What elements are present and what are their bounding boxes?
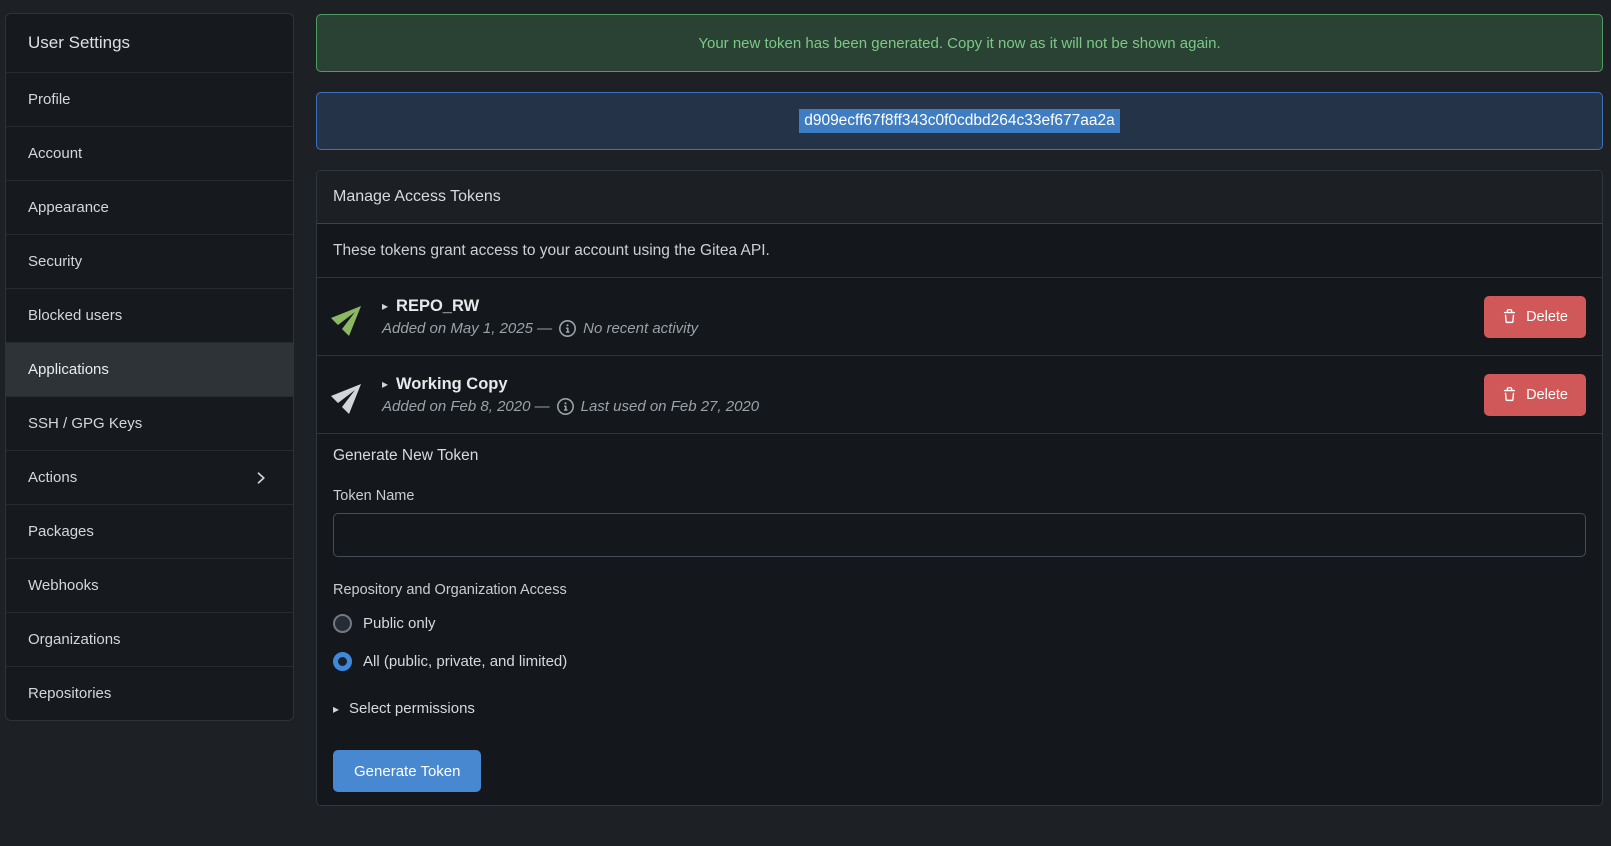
expand-triangle-icon[interactable]: ▸: [382, 377, 388, 391]
radio-selected-icon[interactable]: [333, 652, 352, 671]
sidebar-item-applications[interactable]: Applications: [6, 342, 293, 396]
token-added-date: Added on Feb 8, 2020 —: [382, 398, 550, 415]
sidebar-item-label: Organizations: [28, 631, 271, 648]
sidebar-item-packages[interactable]: Packages: [6, 504, 293, 558]
manage-tokens-panel: Manage Access Tokens These tokens grant …: [316, 170, 1603, 806]
chevron-right-icon: [253, 470, 269, 486]
sidebar-item-profile[interactable]: Profile: [6, 72, 293, 126]
token-meta: Added on Feb 8, 2020 — Last used on Feb …: [382, 398, 759, 415]
token-name[interactable]: ▸ REPO_RW: [382, 297, 698, 316]
gitea-settings-page: User Settings Profile Account Appearance…: [0, 0, 1611, 846]
paper-plane-icon: [333, 378, 367, 412]
generate-token-button[interactable]: Generate Token: [333, 750, 481, 792]
sidebar-item-blocked-users[interactable]: Blocked users: [6, 288, 293, 342]
expand-triangle-icon: ▸: [333, 702, 339, 716]
success-alert-message: Your new token has been generated. Copy …: [698, 35, 1220, 52]
panel-description: These tokens grant access to your accoun…: [317, 224, 1602, 278]
sidebar-item-ssh-gpg-keys[interactable]: SSH / GPG Keys: [6, 396, 293, 450]
sidebar-item-label: Repositories: [28, 685, 271, 702]
delete-token-button[interactable]: Delete: [1484, 374, 1586, 416]
sidebar-item-actions[interactable]: Actions: [6, 450, 293, 504]
sidebar-item-label: Applications: [28, 361, 271, 378]
sidebar-item-label: Blocked users: [28, 307, 271, 324]
sidebar-item-label: SSH / GPG Keys: [28, 415, 271, 432]
sidebar-item-label: Webhooks: [28, 577, 271, 594]
radio-option-label: Public only: [363, 615, 436, 632]
trash-icon: [1502, 309, 1517, 324]
token-name[interactable]: ▸ Working Copy: [382, 375, 759, 394]
token-info: ▸ REPO_RW Added on May 1, 2025 — No rece…: [382, 297, 698, 337]
delete-button-label: Delete: [1526, 309, 1568, 325]
new-token-box: d909ecff67f8ff343c0f0cdbd264c33ef677aa2a: [316, 92, 1603, 150]
sidebar-item-repositories[interactable]: Repositories: [6, 666, 293, 720]
sidebar-item-webhooks[interactable]: Webhooks: [6, 558, 293, 612]
delete-token-button[interactable]: Delete: [1484, 296, 1586, 338]
radio-option-all[interactable]: All (public, private, and limited): [333, 649, 1586, 674]
sidebar-item-label: Packages: [28, 523, 271, 540]
sidebar-item-label: Security: [28, 253, 271, 270]
sidebar-item-appearance[interactable]: Appearance: [6, 180, 293, 234]
repo-org-access-label: Repository and Organization Access: [333, 582, 1586, 598]
sidebar-item-label: Actions: [28, 469, 253, 486]
trash-icon: [1502, 387, 1517, 402]
delete-button-label: Delete: [1526, 387, 1568, 403]
select-permissions-toggle[interactable]: ▸ Select permissions: [333, 700, 1586, 717]
expand-triangle-icon[interactable]: ▸: [382, 299, 388, 313]
sidebar-title: User Settings: [6, 14, 293, 72]
token-row: ▸ Working Copy Added on Feb 8, 2020 — La…: [317, 356, 1602, 434]
token-activity-text: No recent activity: [583, 320, 698, 337]
token-info: ▸ Working Copy Added on Feb 8, 2020 — La…: [382, 375, 759, 415]
info-icon: [557, 398, 574, 415]
sidebar-item-label: Appearance: [28, 199, 271, 216]
sidebar-item-label: Profile: [28, 91, 271, 108]
sidebar-item-security[interactable]: Security: [6, 234, 293, 288]
token-meta: Added on May 1, 2025 — No recent activit…: [382, 320, 698, 337]
generate-token-section: Generate New Token Token Name Repository…: [317, 434, 1602, 792]
paper-plane-icon: [333, 300, 367, 334]
token-name-input[interactable]: [333, 513, 1586, 557]
sidebar-item-label: Account: [28, 145, 271, 162]
success-alert: Your new token has been generated. Copy …: [316, 14, 1603, 72]
main-content: Your new token has been generated. Copy …: [316, 0, 1603, 846]
sidebar-item-account[interactable]: Account: [6, 126, 293, 180]
token-name-text: REPO_RW: [396, 297, 479, 316]
token-row: ▸ REPO_RW Added on May 1, 2025 — No rece…: [317, 278, 1602, 356]
radio-option-label: All (public, private, and limited): [363, 653, 567, 670]
token-activity-text: Last used on Feb 27, 2020: [581, 398, 759, 415]
panel-title: Manage Access Tokens: [317, 171, 1602, 224]
sidebar-item-organizations[interactable]: Organizations: [6, 612, 293, 666]
token-name-label: Token Name: [333, 488, 1586, 504]
token-added-date: Added on May 1, 2025 —: [382, 320, 552, 337]
token-name-text: Working Copy: [396, 375, 508, 394]
radio-option-public-only[interactable]: Public only: [333, 611, 1586, 636]
settings-sidebar: User Settings Profile Account Appearance…: [5, 13, 294, 721]
info-icon: [559, 320, 576, 337]
generate-token-title: Generate New Token: [333, 447, 1586, 465]
token-value[interactable]: d909ecff67f8ff343c0f0cdbd264c33ef677aa2a: [799, 109, 1120, 133]
radio-unselected-icon[interactable]: [333, 614, 352, 633]
select-permissions-label: Select permissions: [349, 700, 475, 717]
